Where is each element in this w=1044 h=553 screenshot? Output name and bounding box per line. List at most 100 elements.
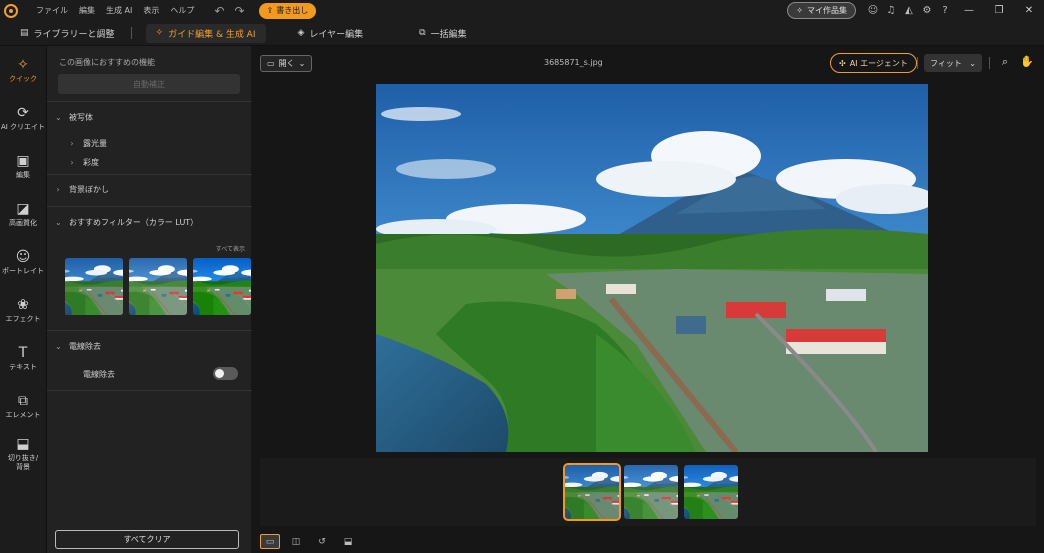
open-button[interactable]: ▭ 開く ⌄ xyxy=(260,55,313,72)
rail-label: 高画質化 xyxy=(9,218,37,227)
view-bar: ▭ ◫ ↺ ⬓ xyxy=(252,530,1044,553)
tab-library[interactable]: ▤ ライブラリーと調整 xyxy=(10,24,125,43)
help-icon[interactable]: ? xyxy=(936,5,954,16)
close-icon[interactable]: ✕ xyxy=(1014,5,1044,16)
filter-section-label: おすすめフィルター（カラー LUT） xyxy=(69,218,199,227)
main-photo[interactable] xyxy=(376,84,928,452)
saturation-row[interactable]: › 彩度 xyxy=(69,157,99,168)
bell-icon[interactable]: ♫ xyxy=(882,5,900,16)
wire-section-header[interactable]: ⌄ 電線除去 xyxy=(55,341,101,352)
title-bar: ファイル 編集 生成 AI 表示 ヘルプ ↶ ↷ ⇪ 書き出し ✧ マイ作品集 … xyxy=(0,0,1044,21)
wire-removal-toggle[interactable] xyxy=(213,367,238,380)
menu-generative-ai[interactable]: 生成 AI xyxy=(106,5,132,16)
hand-icon[interactable]: ✋ xyxy=(1019,55,1035,71)
toolbar-divider xyxy=(989,57,990,69)
film-thumbnail[interactable] xyxy=(684,465,738,519)
my-works-button[interactable]: ✧ マイ作品集 xyxy=(787,2,856,19)
bg-blur-label: 背景ぼかし xyxy=(69,185,109,194)
tab-batch-edit-label: 一括編集 xyxy=(430,29,467,40)
rail-item-effects[interactable]: ❀ エフェクト xyxy=(0,286,46,334)
filter-section-header[interactable]: ⌄ おすすめフィルター（カラー LUT） xyxy=(55,217,198,228)
exposure-row[interactable]: › 露光量 xyxy=(69,138,107,149)
titlebar-right: ✧ マイ作品集 ☺ ♫ ◭ ⚙ ? — ❐ ✕ xyxy=(787,0,1044,21)
rail-item-elements[interactable]: ⧉ エレメント xyxy=(0,382,46,430)
divider xyxy=(47,330,252,331)
chevron-down-icon: ⌄ xyxy=(55,218,62,227)
divider xyxy=(47,390,252,391)
rail-item-edit[interactable]: ▣ 編集 xyxy=(0,142,46,190)
gear-icon[interactable]: ⚙ xyxy=(918,5,936,16)
open-label: 開く xyxy=(278,59,295,68)
menu-view[interactable]: 表示 xyxy=(143,5,159,16)
quick-panel: この画像におすすめの機能 自動補正 ⌄ 被写体 › 露光量 › 彩度 › 背景ぼ… xyxy=(46,46,252,553)
restore-icon[interactable]: ❐ xyxy=(984,5,1014,16)
file-name: 3685871_s.jpg xyxy=(544,58,603,67)
clear-all-button[interactable]: すべてクリア xyxy=(55,530,239,549)
rail-item-ai-create[interactable]: ⟳ AI クリエイト xyxy=(0,94,46,142)
chevron-down-icon: ⌄ xyxy=(55,342,62,351)
tab-guided-edit[interactable]: ✧ ガイド編集 & 生成 AI xyxy=(145,23,266,43)
rail-item-text[interactable]: T テキスト xyxy=(0,334,46,382)
menu-help[interactable]: ヘルプ xyxy=(170,5,194,16)
divider xyxy=(47,174,252,175)
layers-panel-icon[interactable]: ⬓ xyxy=(338,534,358,549)
rail-item-cutout[interactable]: ⬓ 切り抜き/ 背景 xyxy=(0,430,46,478)
lut-thumbnail[interactable] xyxy=(129,258,187,315)
menu-edit[interactable]: 編集 xyxy=(79,5,95,16)
panel-heading: この画像におすすめの機能 xyxy=(59,58,155,67)
wire-section-label: 電線除去 xyxy=(69,342,101,351)
show-all-link[interactable]: すべて表示 xyxy=(216,244,245,253)
tab-batch-edit[interactable]: ⧉ 一括編集 xyxy=(409,24,476,43)
film-thumbnail-selected[interactable] xyxy=(563,463,621,521)
wire-removal-label: 電線除去 xyxy=(83,370,115,379)
auto-correct-button[interactable]: 自動補正 xyxy=(58,74,240,94)
megaphone-icon[interactable]: ◭ xyxy=(900,5,918,16)
rail-label: ポートレイト xyxy=(2,266,44,275)
account-icon[interactable]: ☺ xyxy=(864,5,882,16)
lut-thumbnail[interactable] xyxy=(65,258,123,315)
single-view-icon[interactable]: ▭ xyxy=(260,534,280,549)
rail-label: 切り抜き/ 背景 xyxy=(7,454,39,471)
export-button[interactable]: ⇪ 書き出し xyxy=(258,2,317,19)
filmstrip xyxy=(260,458,1036,526)
sparkle-icon: ✧ xyxy=(796,6,803,15)
tab-guided-edit-label: ガイド編集 & 生成 AI xyxy=(168,29,256,40)
export-icon: ⇪ xyxy=(266,6,274,15)
magic-wand-icon: ✧ xyxy=(155,28,164,38)
enhance-icon: ◪ xyxy=(16,200,30,217)
tool-rail: ✧ クイック ⟳ AI クリエイト ▣ 編集 ◪ 高画質化 ☺ ポートレイト ❀… xyxy=(0,46,46,553)
undo-redo-group: ↶ ↷ xyxy=(214,4,244,18)
lut-thumbnail[interactable] xyxy=(193,258,251,315)
chevron-right-icon: › xyxy=(70,158,74,167)
history-icon[interactable]: ↺ xyxy=(312,534,332,549)
lut-thumbnails xyxy=(65,258,251,315)
rail-item-portrait[interactable]: ☺ ポートレイト xyxy=(0,238,46,286)
zoom-fit-select[interactable]: フィット ⌄ xyxy=(924,54,982,72)
divider xyxy=(47,101,252,102)
minimize-icon[interactable]: — xyxy=(954,5,984,16)
batch-icon: ⧉ xyxy=(419,28,426,38)
rail-label: テキスト xyxy=(9,362,37,371)
redo-icon[interactable]: ↷ xyxy=(234,4,244,18)
zoom-icon[interactable]: ⌕ xyxy=(997,55,1013,71)
subject-section-header[interactable]: ⌄ 被写体 xyxy=(55,112,93,123)
portrait-icon: ☺ xyxy=(15,248,31,265)
mode-tabs: ▤ ライブラリーと調整 ✧ ガイド編集 & 生成 AI ◈ レイヤー編集 ⧉ 一… xyxy=(0,21,1044,46)
layers-icon: ◈ xyxy=(297,28,305,38)
film-thumbnail[interactable] xyxy=(624,465,678,519)
magic-wand-icon: ✧ xyxy=(17,56,29,73)
undo-icon[interactable]: ↶ xyxy=(214,4,224,18)
menu-file[interactable]: ファイル xyxy=(36,5,68,16)
ai-agent-button[interactable]: ✣ AI エージェント xyxy=(830,53,917,73)
rail-item-quick[interactable]: ✧ クイック xyxy=(0,46,46,94)
ai-create-icon: ⟳ xyxy=(17,104,29,121)
compare-view-icon[interactable]: ◫ xyxy=(286,534,306,549)
chevron-down-icon: ⌄ xyxy=(55,113,62,122)
bg-blur-section-header[interactable]: › 背景ぼかし xyxy=(55,184,109,195)
chevron-right-icon: › xyxy=(56,185,60,194)
chevron-down-icon: ⌄ xyxy=(298,59,306,68)
rail-item-enhance[interactable]: ◪ 高画質化 xyxy=(0,190,46,238)
tab-layer-edit[interactable]: ◈ レイヤー編集 xyxy=(288,24,374,43)
text-icon: T xyxy=(18,344,28,361)
toolbar-divider xyxy=(917,57,918,69)
